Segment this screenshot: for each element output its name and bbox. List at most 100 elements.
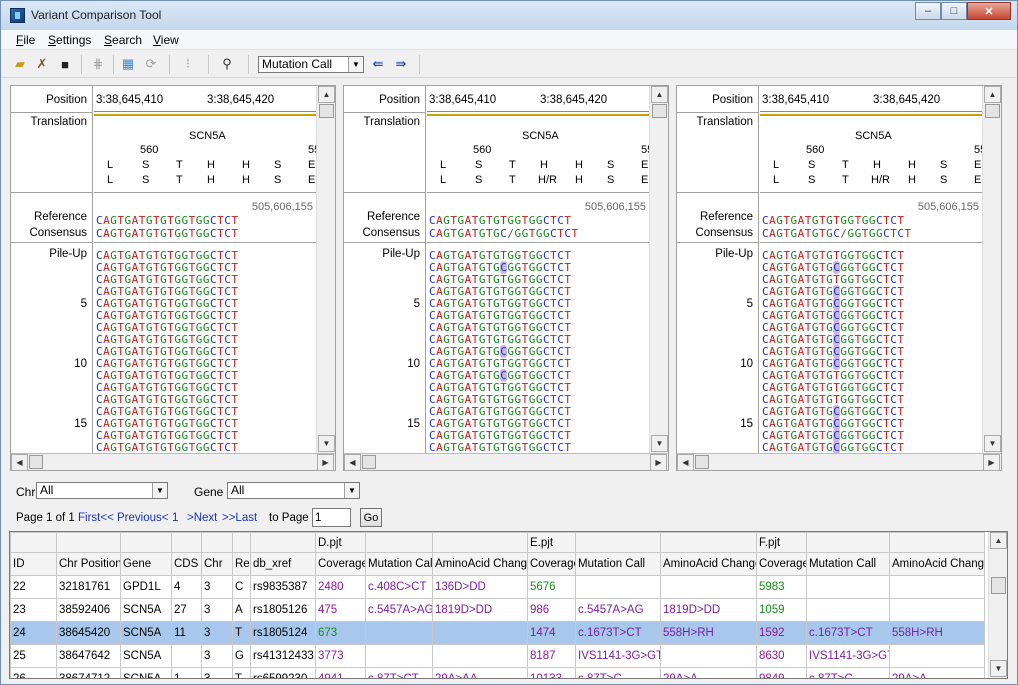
table-cell: 8630 <box>756 644 807 668</box>
grid-icon[interactable]: ⋕ <box>89 55 107 73</box>
column-header[interactable]: Mutation Call <box>575 552 661 576</box>
menu-file[interactable]: File <box>16 33 35 47</box>
menu-settings[interactable]: Settings <box>48 33 91 47</box>
panel-content: 3:38,645,4103:38,645,420SCN5A56055LSTHHS… <box>760 86 983 454</box>
wand-icon[interactable]: ✗ <box>33 55 51 73</box>
table-cell <box>432 644 528 668</box>
scroll-thumb[interactable] <box>985 104 1000 118</box>
maximize-button[interactable]: □ <box>941 2 967 20</box>
gene-select[interactable]: All ▼ <box>227 482 360 499</box>
flashlight-icon[interactable]: ⚲ <box>218 55 236 73</box>
page-input[interactable] <box>312 508 351 527</box>
grid-vertical-scrollbar[interactable]: ▲ ▼ <box>988 532 1007 678</box>
table-cell <box>660 575 757 599</box>
codon-number: 560 <box>473 144 492 156</box>
column-header[interactable]: Chr Position <box>56 552 121 576</box>
scroll-thumb[interactable] <box>29 455 43 469</box>
scroll-up-button[interactable]: ▲ <box>990 532 1007 549</box>
panel-labels: Position Translation Reference Consensus Pil… <box>677 86 759 454</box>
group-header-blank <box>120 532 172 553</box>
next-page-link[interactable]: >Next <box>187 512 217 524</box>
scroll-up-button[interactable]: ▲ <box>651 86 668 103</box>
column-header[interactable]: Ref <box>232 552 251 576</box>
group-header-blank <box>171 532 202 553</box>
scroll-thumb[interactable] <box>319 104 334 118</box>
pin-icon[interactable]: ⁝ <box>179 55 197 73</box>
reference-coordinate: 505,606,155 <box>251 201 313 213</box>
table-row[interactable]: 26 38674712 SCN5A 1 3 Trs6599230 4941 c.87T>CT 2… <box>10 667 985 678</box>
scroll-up-button[interactable]: ▲ <box>318 86 335 103</box>
table-cell <box>365 621 433 645</box>
refresh-doc-icon[interactable]: ⟳ <box>142 55 160 73</box>
column-header[interactable]: Coverage <box>527 552 576 576</box>
color-grid-icon[interactable]: ▦ <box>119 55 137 73</box>
save-icon[interactable]: ■ <box>56 55 74 73</box>
table-cell <box>432 621 528 645</box>
column-header[interactable]: Mutation Call <box>365 552 433 576</box>
page-number-link[interactable]: 1 <box>172 512 178 524</box>
row-number: 15 <box>740 418 753 430</box>
scroll-down-button[interactable]: ▼ <box>318 435 335 452</box>
scroll-up-button[interactable]: ▲ <box>984 86 1001 103</box>
column-header[interactable]: AminoAcid Change <box>889 552 985 576</box>
arrow-left-icon[interactable]: ⇚ <box>369 55 387 73</box>
amino-acid-ref: E <box>641 159 649 171</box>
column-header[interactable]: Gene <box>120 552 172 576</box>
scroll-right-button[interactable]: ▶ <box>983 454 1000 471</box>
scroll-left-button[interactable]: ◀ <box>11 454 28 471</box>
pileup-label: Pile-Up <box>382 248 420 260</box>
panel-vertical-scrollbar[interactable]: ▲ ▼ <box>649 86 668 454</box>
scroll-left-button[interactable]: ◀ <box>344 454 361 471</box>
scroll-left-button[interactable]: ◀ <box>677 454 694 471</box>
table-row[interactable]: 25 38647642 SCN5A 3 Grs41312433 3773 8187 IVS11… <box>10 644 985 668</box>
panel-horizontal-scrollbar[interactable]: ◀ ▶ <box>344 453 668 471</box>
arrow-right-icon[interactable]: ⇛ <box>392 55 410 73</box>
table-cell: rs6599230 <box>250 667 316 678</box>
column-header[interactable]: ID <box>10 552 57 576</box>
minimize-button[interactable]: – <box>915 2 941 20</box>
panel-vertical-scrollbar[interactable]: ▲ ▼ <box>982 86 1001 454</box>
previous-page-link[interactable]: Previous< <box>117 512 168 524</box>
scroll-down-button[interactable]: ▼ <box>984 435 1001 452</box>
table-row[interactable]: 23 38592406 SCN5A 27 3 Ars1805126 475 c.5457A>A… <box>10 598 985 622</box>
amino-acid-ref: S <box>475 159 483 171</box>
close-button[interactable]: ✕ <box>967 2 1011 20</box>
column-header[interactable]: CDS <box>171 552 202 576</box>
table-row[interactable]: 24 38645420 SCN5A 11 3 Trs1805124 673 1474 c.167… <box>10 621 985 645</box>
menu-search[interactable]: Search <box>104 33 142 47</box>
column-header[interactable]: AminoAcid Change <box>432 552 528 576</box>
mode-select[interactable]: Mutation Call ▼ <box>258 56 364 73</box>
column-header[interactable]: db_xref <box>250 552 316 576</box>
column-header[interactable]: Chr <box>201 552 233 576</box>
go-button[interactable]: Go <box>360 508 382 527</box>
scroll-right-button[interactable]: ▶ <box>317 454 334 471</box>
scroll-thumb[interactable] <box>362 455 376 469</box>
column-header[interactable]: Mutation Call <box>806 552 890 576</box>
column-header[interactable]: Coverage <box>756 552 807 576</box>
open-folder-icon[interactable]: ▰ <box>11 55 29 73</box>
table-cell: 27 <box>171 598 202 622</box>
panel-horizontal-scrollbar[interactable]: ◀ ▶ <box>677 453 1001 471</box>
scroll-down-button[interactable]: ▼ <box>990 660 1007 677</box>
panel-vertical-scrollbar[interactable]: ▲ ▼ <box>316 86 335 454</box>
position-ruler: 3:38,645,410 3:38,645,420 <box>427 86 650 112</box>
column-header[interactable]: AminoAcid Change <box>660 552 757 576</box>
scroll-thumb[interactable] <box>991 577 1006 594</box>
position-label: Position <box>46 94 87 106</box>
main-window: Variant Comparison Tool – □ ✕ File Setti… <box>0 0 1018 685</box>
scroll-down-button[interactable]: ▼ <box>651 435 668 452</box>
amino-acid-ref: E <box>974 159 982 171</box>
scroll-thumb[interactable] <box>695 455 709 469</box>
first-page-link[interactable]: First<< <box>78 512 114 524</box>
scroll-right-button[interactable]: ▶ <box>650 454 667 471</box>
table-row[interactable]: 22 32181761 GPD1L 4 3 Crs9835387 2480 c.408C>CT… <box>10 575 985 599</box>
table-cell <box>806 598 890 622</box>
scroll-thumb[interactable] <box>652 104 667 118</box>
menu-view[interactable]: View <box>153 33 179 47</box>
column-header[interactable]: Coverage <box>315 552 366 576</box>
chr-select-value: All <box>40 483 54 497</box>
amino-acid-sample: E <box>641 174 649 186</box>
panel-horizontal-scrollbar[interactable]: ◀ ▶ <box>11 453 335 471</box>
last-page-link[interactable]: >>Last <box>222 512 257 524</box>
chr-select[interactable]: All ▼ <box>36 482 168 499</box>
